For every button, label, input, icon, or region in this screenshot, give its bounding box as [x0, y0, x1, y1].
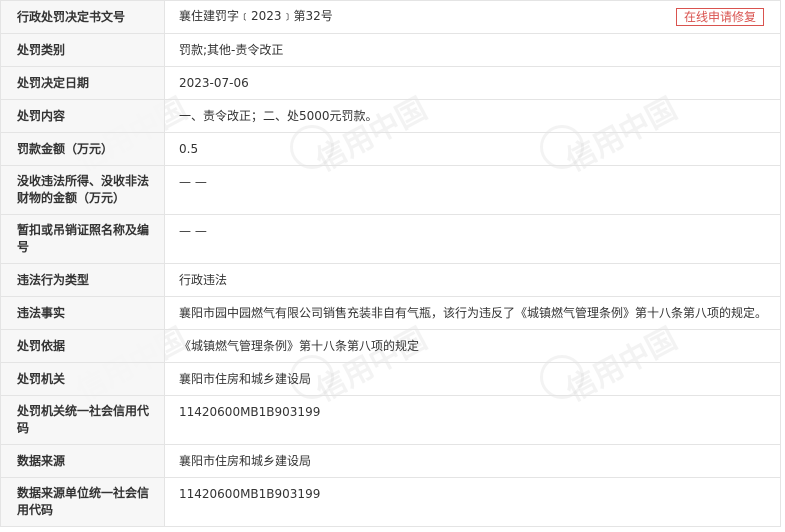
table-row: 处罚机关统一社会信用代码 11420600MB1B903199: [0, 395, 781, 445]
table-row: 暂扣或吊销证照名称及编号 — —: [0, 214, 781, 264]
table-row: 处罚决定日期 2023-07-06: [0, 66, 781, 100]
table-row: 行政处罚决定书文号 襄住建罚字﹝2023﹞第32号 在线申请修复: [0, 0, 781, 34]
table-row: 违法事实 襄阳市园中园燃气有限公司销售充装非自有气瓶，该行为违反了《城镇燃气管理…: [0, 296, 781, 330]
row-label: 处罚内容: [0, 99, 165, 133]
row-value: 襄住建罚字﹝2023﹞第32号 在线申请修复: [164, 0, 781, 34]
apply-repair-button[interactable]: 在线申请修复: [675, 8, 764, 26]
table-row: 处罚机关 襄阳市住房和城乡建设局: [0, 362, 781, 396]
table-row: 处罚依据 《城镇燃气管理条例》第十八条第八项的规定: [0, 329, 781, 363]
row-value: 2023-07-06: [164, 66, 781, 100]
table-row: 违法行为类型 行政违法: [0, 263, 781, 297]
row-value: 11420600MB1B903199: [164, 477, 781, 527]
table-row: 罚款金额（万元） 0.5: [0, 132, 781, 166]
row-value: 罚款;其他-责令改正: [164, 33, 781, 67]
decision-number-value: 襄住建罚字﹝2023﹞第32号: [179, 9, 333, 23]
row-value: — —: [164, 165, 781, 215]
row-label: 没收违法所得、没收非法财物的金额（万元）: [0, 165, 165, 215]
row-value: 襄阳市住房和城乡建设局: [164, 444, 781, 478]
table-row: 数据来源单位统一社会信用代码 11420600MB1B903199: [0, 477, 781, 527]
row-value: 0.5: [164, 132, 781, 166]
table-row: 处罚内容 一、责令改正；二、处5000元罚款。: [0, 99, 781, 133]
row-label: 暂扣或吊销证照名称及编号: [0, 214, 165, 264]
row-label: 行政处罚决定书文号: [0, 0, 165, 34]
row-value: 11420600MB1B903199: [164, 395, 781, 445]
row-value: 《城镇燃气管理条例》第十八条第八项的规定: [164, 329, 781, 363]
row-value: 行政违法: [164, 263, 781, 297]
row-value: 襄阳市园中园燃气有限公司销售充装非自有气瓶，该行为违反了《城镇燃气管理条例》第十…: [164, 296, 781, 330]
table-row: 数据来源 襄阳市住房和城乡建设局: [0, 444, 781, 478]
row-label: 处罚机关统一社会信用代码: [0, 395, 165, 445]
row-label: 处罚决定日期: [0, 66, 165, 100]
row-label: 数据来源单位统一社会信用代码: [0, 477, 165, 527]
row-label: 处罚依据: [0, 329, 165, 363]
row-value: — —: [164, 214, 781, 264]
row-label: 数据来源: [0, 444, 165, 478]
table-row: 没收违法所得、没收非法财物的金额（万元） — —: [0, 165, 781, 215]
row-value: 襄阳市住房和城乡建设局: [164, 362, 781, 396]
row-label: 处罚类别: [0, 33, 165, 67]
row-value: 一、责令改正；二、处5000元罚款。: [164, 99, 781, 133]
row-label: 违法行为类型: [0, 263, 165, 297]
table-row: 处罚类别 罚款;其他-责令改正: [0, 33, 781, 67]
row-label: 处罚机关: [0, 362, 165, 396]
penalty-detail-table: 行政处罚决定书文号 襄住建罚字﹝2023﹞第32号 在线申请修复 处罚类别 罚款…: [0, 0, 781, 527]
row-label: 罚款金额（万元）: [0, 132, 165, 166]
row-label: 违法事实: [0, 296, 165, 330]
